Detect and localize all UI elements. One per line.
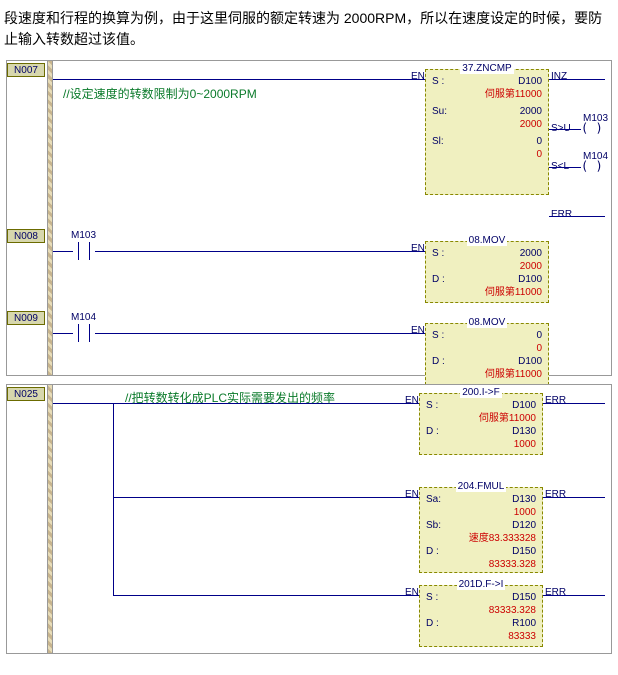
pin-en: EN [405,587,419,598]
wire [549,216,605,217]
block-title: 08.MOV [432,316,542,329]
block-title: 204.FMUL [426,480,536,493]
rung-n007: N007 [7,63,45,77]
wire [113,497,419,498]
wire [95,251,425,252]
block-mov2: 08.MOV S :0 0 D :D100 伺服第11000 [425,323,549,385]
pin-en: EN [405,395,419,406]
comment-freq-conv: //把转数转化成PLC实际需要发出的频率 [125,389,335,406]
block-ftoi: 201D.F->I S :D150 83333.328 D :R100 8333… [419,585,543,647]
pin-en: EN [411,243,425,254]
block-mov1: 08.MOV S :2000 2000 D :D100 伺服第11000 [425,241,549,303]
comment-speed-limit: //设定速度的转数限制为0~2000RPM [63,85,257,102]
wire [543,403,605,404]
block-title: 201D.F->I [426,578,536,591]
pin-en: EN [411,325,425,336]
pin-err: ERR [545,489,566,500]
pin-err: ERR [545,395,566,406]
ladder-diagram-2: N025 //把转数转化成PLC实际需要发出的频率 EN 200.I->F S … [6,384,612,654]
ladder-diagram-1: N007 //设定速度的转数限制为0~2000RPM EN 37.ZNCMP S… [6,60,612,376]
spine-bar [47,385,53,653]
wire [113,403,114,595]
block-title: 08.MOV [432,234,542,247]
contact-m104-label: M104 [71,312,96,323]
contact-m103-label: M103 [71,230,96,241]
block-fmul: 204.FMUL Sa:D130 1000 Sb:D120 速度83.33332… [419,487,543,573]
block-title: 200.I->F [426,386,536,399]
wire [53,403,113,404]
pin-en: EN [405,489,419,500]
wire [95,333,425,334]
wire [549,167,581,168]
wire [53,79,425,80]
rung-n008: N008 [7,229,45,243]
wire [543,497,605,498]
block-zncmp: 37.ZNCMP S :D100 伺服第11000 Su:2000 2000 S… [425,69,549,195]
contact-m103 [73,242,95,260]
contact-m104 [73,324,95,342]
block-itof: 200.I->F S :D100 伺服第11000 D :D130 1000 [419,393,543,455]
coil-m103: ( ) [581,121,603,135]
wire [549,79,605,80]
pin-err: ERR [545,587,566,598]
rung-n025: N025 [7,387,45,401]
spine-bar [47,61,53,375]
block-title: 37.ZNCMP [432,62,542,75]
rung-n009: N009 [7,311,45,325]
page-description: 段速度和行程的换算为例，由于这里伺服的额定转速为 2000RPM，所以在速度设定… [0,0,618,60]
wire [53,333,73,334]
coil-m104: ( ) [581,159,603,173]
wire [53,251,73,252]
wire [549,129,581,130]
pin-inz: INZ [551,71,567,82]
pin-en: EN [411,71,425,82]
pin-err: ERR [551,209,572,220]
wire [113,595,419,596]
wire [543,595,605,596]
